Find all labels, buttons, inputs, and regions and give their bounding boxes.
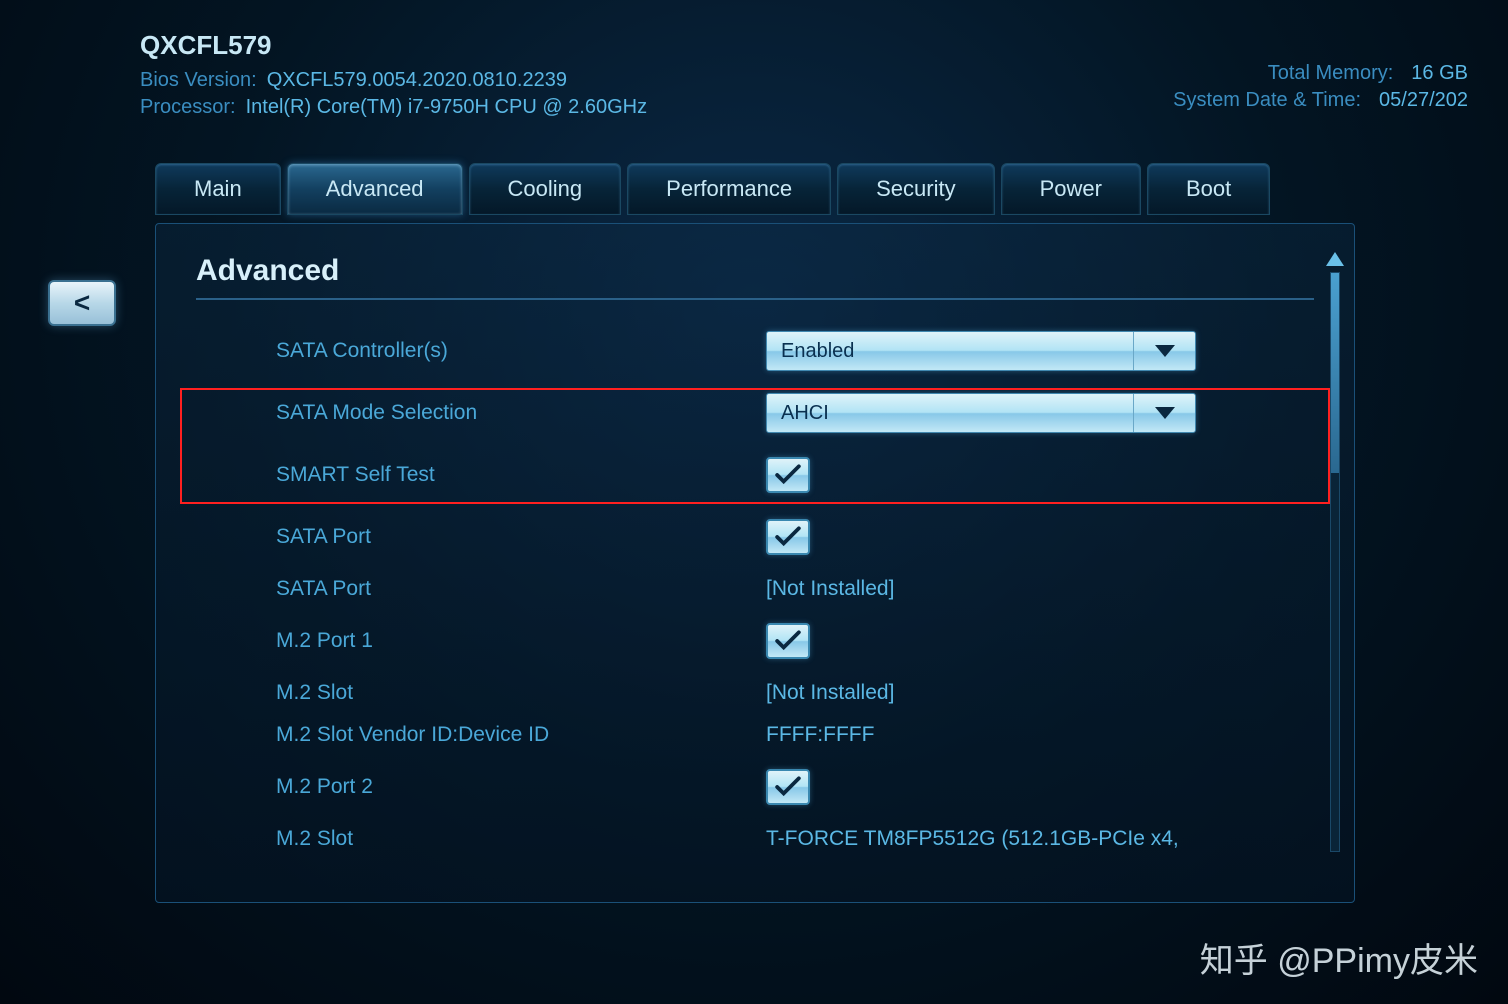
m2-port-2-label: M.2 Port 2 — [276, 775, 766, 799]
check-icon — [775, 526, 801, 548]
m2-port-2-checkbox[interactable] — [766, 769, 810, 805]
tab-advanced[interactable]: Advanced — [287, 163, 463, 215]
m2-vendor-label: M.2 Slot Vendor ID:Device ID — [276, 723, 766, 747]
processor-value: Intel(R) Core(TM) i7-9750H CPU @ 2.60GHz — [246, 96, 648, 119]
m2-vendor-value: FFFF:FFFF — [766, 723, 874, 747]
scroll-up-icon[interactable] — [1326, 252, 1344, 266]
check-icon — [775, 630, 801, 652]
tab-main[interactable]: Main — [155, 163, 281, 215]
chevron-left-icon: < — [74, 287, 90, 319]
tab-power[interactable]: Power — [1001, 163, 1141, 215]
sata-port-1-checkbox[interactable] — [766, 519, 810, 555]
smart-self-test-checkbox[interactable] — [766, 457, 810, 493]
m2-port-1-label: M.2 Port 1 — [276, 629, 766, 653]
m2-slot-1-value: [Not Installed] — [766, 681, 894, 705]
chevron-down-icon — [1155, 345, 1175, 357]
smart-self-test-label: SMART Self Test — [276, 463, 766, 487]
total-memory-label: Total Memory: — [1268, 62, 1394, 85]
sata-port-2-value: [Not Installed] — [766, 577, 894, 601]
tab-cooling[interactable]: Cooling — [469, 163, 622, 215]
check-icon — [775, 464, 801, 486]
scroll-thumb[interactable] — [1331, 273, 1339, 473]
tab-performance[interactable]: Performance — [627, 163, 831, 215]
sata-controllers-label: SATA Controller(s) — [276, 339, 766, 363]
m2-slot-1-label: M.2 Slot — [276, 681, 766, 705]
m2-port-1-checkbox[interactable] — [766, 623, 810, 659]
chevron-down-icon — [1155, 407, 1175, 419]
scroll-track[interactable] — [1330, 272, 1340, 852]
dropdown-value: Enabled — [781, 340, 854, 363]
back-button[interactable]: < — [48, 280, 116, 326]
sata-mode-label: SATA Mode Selection — [276, 401, 766, 425]
sata-controllers-dropdown[interactable]: Enabled — [766, 331, 1196, 371]
m2-slot-2-label: M.2 Slot — [276, 827, 766, 851]
advanced-panel: Advanced SATA Controller(s) Enabled SATA… — [155, 223, 1355, 903]
sata-port-2-label: SATA Port — [276, 577, 766, 601]
m2-slot-2-value: T-FORCE TM8FP5512G (512.1GB-PCIe x4, — [766, 827, 1179, 851]
scrollbar[interactable] — [1326, 252, 1344, 872]
system-datetime-value: 05/27/202 — [1379, 89, 1468, 112]
model-name: QXCFL579 — [140, 30, 647, 61]
total-memory-value: 16 GB — [1411, 62, 1468, 85]
page-title: Advanced — [196, 254, 1314, 300]
bios-version-label: Bios Version: — [140, 69, 257, 92]
tab-boot[interactable]: Boot — [1147, 163, 1270, 215]
tab-security[interactable]: Security — [837, 163, 994, 215]
sata-port-1-label: SATA Port — [276, 525, 766, 549]
processor-label: Processor: — [140, 96, 236, 119]
system-datetime-label: System Date & Time: — [1173, 89, 1361, 112]
bios-version-value: QXCFL579.0054.2020.0810.2239 — [267, 69, 567, 92]
nav-tabs: Main Advanced Cooling Performance Securi… — [155, 163, 1508, 215]
sata-mode-dropdown[interactable]: AHCI — [766, 393, 1196, 433]
dropdown-value: AHCI — [781, 402, 829, 425]
check-icon — [775, 776, 801, 798]
watermark: 知乎 @PPimy皮米 — [1200, 933, 1478, 982]
